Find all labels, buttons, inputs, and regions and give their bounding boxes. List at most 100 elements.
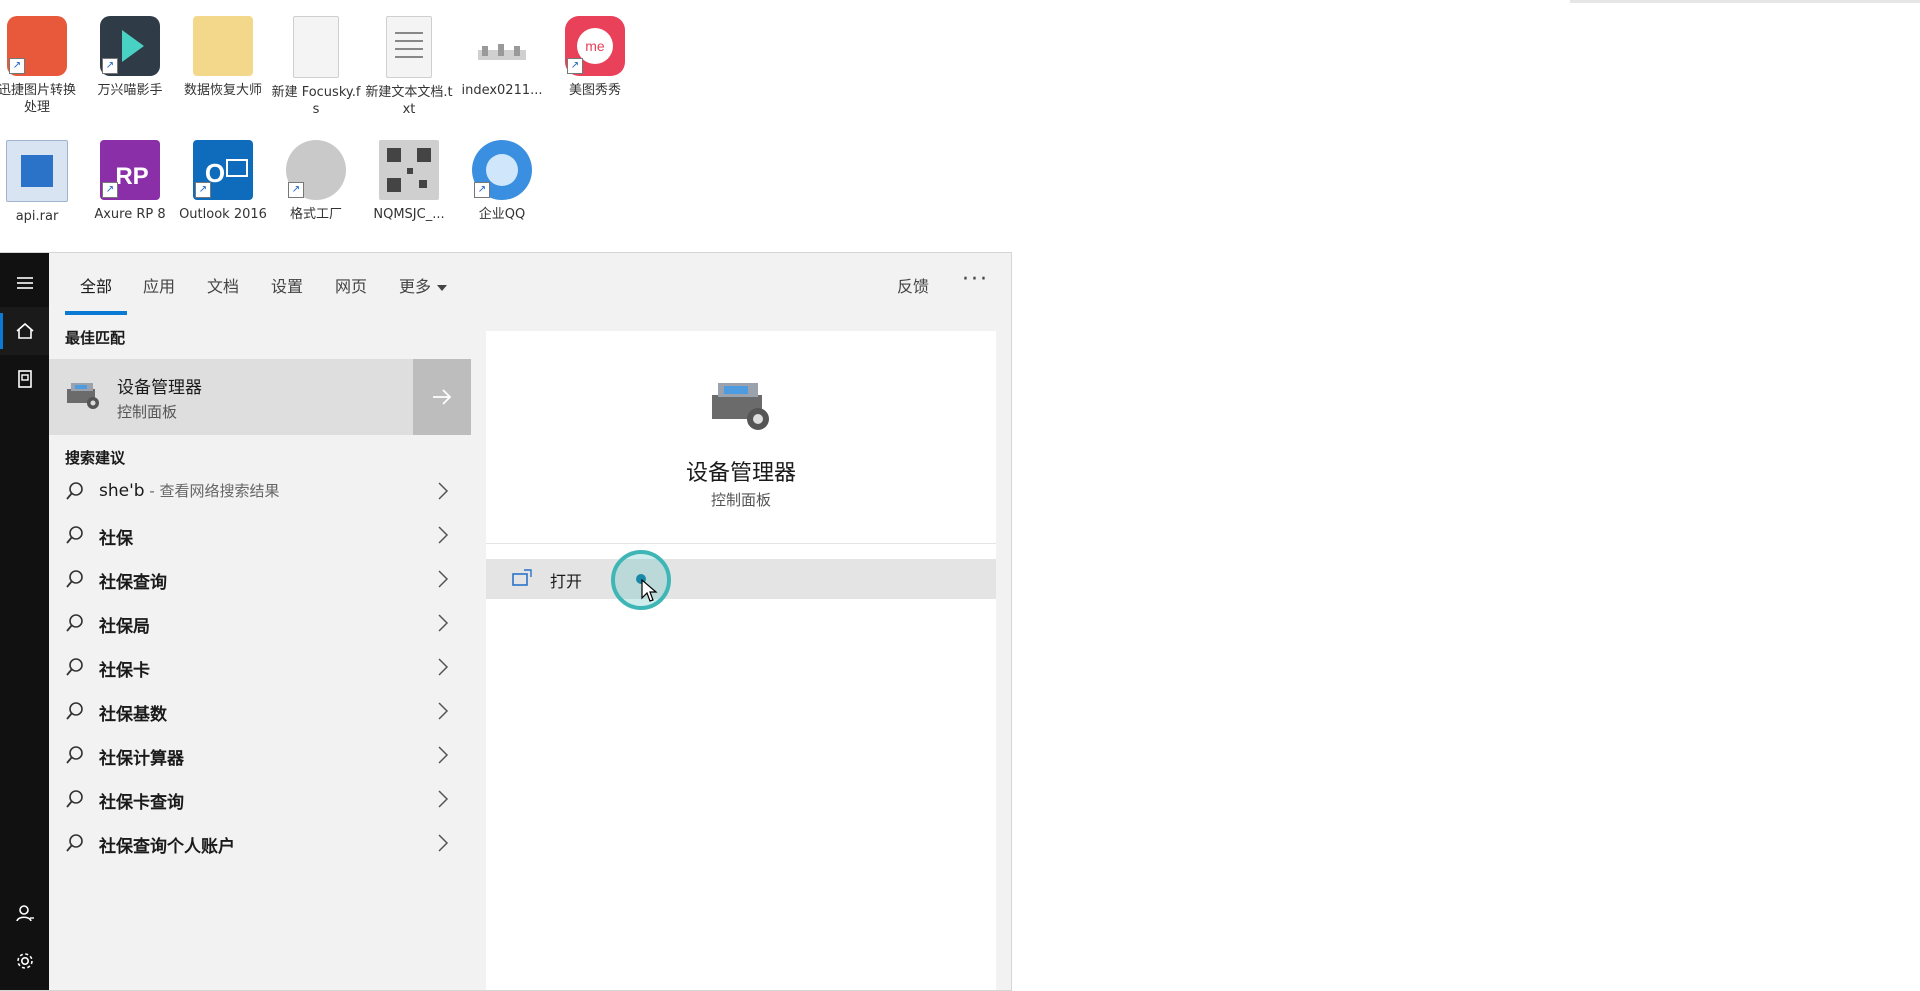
- feedback-button[interactable]: 反馈: [897, 273, 929, 297]
- menu-button[interactable]: [0, 259, 49, 307]
- shortcut-arrow-icon: ↗: [288, 182, 304, 198]
- search-icon: [66, 570, 83, 588]
- more-options-button[interactable]: ···: [962, 267, 989, 292]
- account-button[interactable]: [0, 889, 49, 937]
- text-file-icon: [386, 16, 432, 78]
- chevron-right-icon: [438, 658, 449, 676]
- svg-text:RP: RP: [115, 163, 148, 190]
- device-manager-icon: [712, 383, 769, 430]
- folder-icon: [193, 16, 253, 76]
- best-match-item[interactable]: 设备管理器 控制面板: [49, 359, 471, 435]
- open-action[interactable]: 打开: [486, 559, 996, 599]
- desktop-icon-outlook[interactable]: O ↗ Outlook 2016: [178, 140, 268, 223]
- search-icon: [66, 482, 83, 500]
- desktop-icon-label: 万兴喵影手: [97, 83, 163, 98]
- settings-button[interactable]: [0, 937, 49, 985]
- search-tabs: 全部 应用 文档 设置 网页 更多 反馈 ···: [49, 253, 1011, 315]
- preview-title: 设备管理器: [685, 461, 796, 486]
- tab-all[interactable]: 全部: [80, 273, 112, 297]
- desktop-icon-format-factory[interactable]: ↗ 格式工厂: [271, 140, 361, 223]
- axure-icon: RP ↗: [100, 140, 160, 200]
- device-manager-icon: [67, 383, 99, 409]
- best-match-name: 设备管理器: [117, 378, 202, 398]
- desktop-icon-label: 新建 Focusky.fs: [271, 85, 361, 117]
- suggestion-web-search[interactable]: she'b - 查看网络搜索结果: [49, 469, 471, 513]
- desktop-icon-qr-image[interactable]: NQMSJC_...: [364, 140, 454, 223]
- suggestion-label: 社保基数: [99, 705, 167, 725]
- preview-category: 控制面板: [710, 491, 771, 509]
- tab-more[interactable]: 更多: [399, 273, 448, 297]
- desktop-icon-label: Outlook 2016: [179, 207, 267, 222]
- suggestion-item[interactable]: 社保计算器: [49, 733, 471, 777]
- search-icon: [66, 834, 83, 852]
- desktop-icon-label: api.rar: [15, 209, 59, 224]
- outlook-icon: O ↗: [193, 140, 253, 200]
- desktop-icon-video-editor[interactable]: ↗ 万兴喵影手: [85, 16, 175, 99]
- tab-settings[interactable]: 设置: [271, 273, 303, 297]
- desktop-icon-label: 美图秀秀: [568, 83, 621, 98]
- chevron-right-icon: [438, 790, 449, 808]
- desktop-icon-enterprise-qq[interactable]: ↗ 企业QQ: [457, 140, 547, 223]
- suggestion-item[interactable]: 社保卡查询: [49, 777, 471, 821]
- chevron-right-icon: [438, 834, 449, 852]
- divider: [486, 543, 996, 544]
- suggestion-label: 社保卡查询: [99, 793, 184, 813]
- suggestion-item[interactable]: 社保查询: [49, 557, 471, 601]
- home-button[interactable]: [0, 307, 49, 355]
- suggestion-label: 社保查询: [99, 573, 167, 593]
- results-list: 最佳匹配 设备管理器 控制面板 搜索建议 she'b - 查看网络搜索结果 社保: [49, 315, 471, 990]
- desktop-icon-label: 企业QQ: [478, 207, 526, 222]
- arrow-right-icon: [433, 389, 452, 405]
- desktop-icon-meitu[interactable]: me ↗ 美图秀秀: [550, 16, 640, 99]
- suggestion-label: 社保计算器: [99, 749, 184, 769]
- chevron-right-icon: [438, 746, 449, 764]
- desktop-icon-label: NQMSJC_...: [373, 207, 445, 222]
- home-icon: [15, 322, 34, 339]
- documents-button[interactable]: [0, 355, 49, 403]
- open-details-button[interactable]: [413, 359, 471, 435]
- web-search-hint: - 查看网络搜索结果: [144, 482, 280, 500]
- desktop-icon-label: index0211...: [461, 83, 543, 98]
- best-match-heading: 最佳匹配: [65, 329, 126, 347]
- tab-documents[interactable]: 文档: [207, 273, 239, 297]
- mouse-cursor-icon: [641, 578, 658, 602]
- suggestion-item[interactable]: 社保卡: [49, 645, 471, 689]
- suggestion-label: 社保卡: [99, 661, 150, 681]
- suggestion-label: 社保: [99, 529, 133, 549]
- search-icon: [66, 702, 83, 720]
- desktop-icon-data-recovery[interactable]: 数据恢复大师: [178, 16, 268, 99]
- gear-icon: [16, 953, 33, 969]
- meitu-icon: me ↗: [565, 16, 625, 76]
- qr-code-icon: [379, 140, 439, 200]
- search-panel: 全部 应用 文档 设置 网页 更多 反馈 ··· 最佳匹配 设备管理器 控制面板: [0, 252, 1012, 991]
- suggestion-item[interactable]: 社保: [49, 513, 471, 557]
- typed-query: she'b: [99, 481, 145, 501]
- chevron-right-icon: [438, 526, 449, 544]
- chevron-right-icon: [438, 702, 449, 720]
- search-icon: [66, 526, 83, 544]
- archive-icon: [6, 140, 68, 202]
- desktop-icon-text-file[interactable]: 新建文本文档.txt: [364, 16, 454, 118]
- search-icon: [66, 658, 83, 676]
- desktop-icon-label: Axure RP 8: [94, 207, 166, 222]
- best-match-category: 控制面板: [117, 403, 178, 421]
- desktop-icon-index-file[interactable]: index0211...: [457, 16, 547, 99]
- chevron-right-icon: [438, 482, 449, 500]
- desktop-icon-api-rar[interactable]: api.rar: [0, 140, 82, 225]
- search-icon: [66, 790, 83, 808]
- suggestion-item[interactable]: 社保查询个人账户: [49, 821, 471, 865]
- suggestion-item[interactable]: 社保局: [49, 601, 471, 645]
- desktop-icon-label: 格式工厂: [289, 207, 342, 222]
- suggestion-item[interactable]: 社保基数: [49, 689, 471, 733]
- format-factory-icon: ↗: [286, 140, 346, 200]
- tab-apps[interactable]: 应用: [143, 273, 175, 297]
- desktop-icon-focusky-file[interactable]: 新建 Focusky.fs: [271, 16, 361, 118]
- tab-web[interactable]: 网页: [335, 273, 367, 297]
- shortcut-arrow-icon: ↗: [102, 58, 118, 74]
- tab-more-label: 更多: [399, 277, 432, 296]
- caret-down-icon: [437, 284, 448, 291]
- desktop-icon-image-converter[interactable]: ↗ 迅捷图片转换处理: [0, 16, 82, 116]
- image-file-icon: [472, 16, 532, 76]
- desktop-icon-axure[interactable]: RP ↗ Axure RP 8: [85, 140, 175, 223]
- video-editor-icon: ↗: [100, 16, 160, 76]
